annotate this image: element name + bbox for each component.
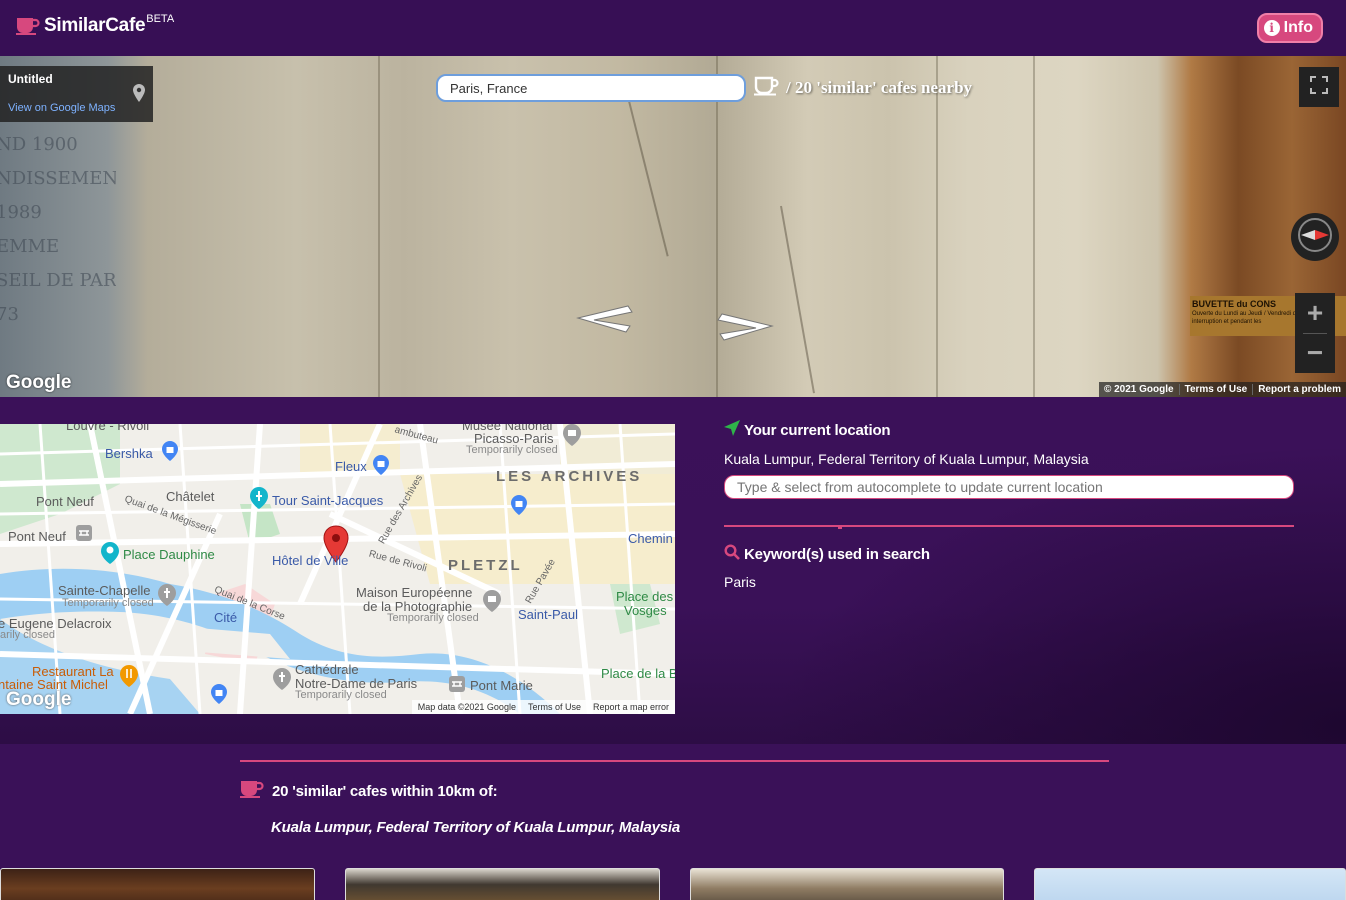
section-divider xyxy=(724,525,1294,529)
shopping-bag-icon xyxy=(511,495,527,520)
navigate-left-arrow-icon[interactable] xyxy=(576,304,634,339)
brand-name: SimilarCafe xyxy=(44,15,146,36)
report-problem-link[interactable]: Report a problem xyxy=(1252,384,1346,395)
shopping-bag-icon xyxy=(373,455,389,480)
wall-panel-line xyxy=(1033,56,1035,397)
map-label: Pont Neuf xyxy=(36,494,94,509)
coffee-cup-icon xyxy=(754,76,780,101)
keywords-value: Paris xyxy=(724,574,756,590)
beta-badge: BETA xyxy=(146,13,175,25)
map-label: Maison Européenne xyxy=(356,585,473,600)
map-label: Saint-Paul xyxy=(518,607,578,622)
map-label: Hôtel de Ville xyxy=(272,553,349,568)
map-label: Châtelet xyxy=(166,489,215,504)
map-label: PLETZL xyxy=(448,557,523,574)
map-label: Temporarily closed xyxy=(466,444,558,456)
shopping-bag-icon xyxy=(211,684,227,709)
map-label: Place de la B xyxy=(601,666,675,681)
cafes-nearby-count: / 20 'similar' cafes nearby xyxy=(754,76,972,101)
zoom-in-button[interactable]: + xyxy=(1295,293,1335,333)
map-label: Bershka xyxy=(105,446,153,461)
info-button-label: Info xyxy=(1283,19,1313,36)
info-button[interactable]: i Info xyxy=(1256,13,1323,43)
museum-icon xyxy=(563,424,581,451)
bridge-icon xyxy=(76,525,92,546)
copyright-text: © 2021 Google xyxy=(1103,384,1174,395)
compass-icon xyxy=(1297,217,1333,258)
map-label: Temporarily closed xyxy=(295,689,387,701)
map-label: Fleux xyxy=(335,459,367,474)
location-search-row: / 20 'similar' cafes nearby xyxy=(436,74,972,102)
map-pin-icon xyxy=(133,84,145,107)
map-label: Cathédrale xyxy=(295,662,359,677)
navigate-right-arrow-icon[interactable] xyxy=(716,312,774,347)
map-label: Louvre - Rivoli xyxy=(66,424,150,433)
map-label: Cité xyxy=(214,610,238,625)
map-label: Tour Saint-Jacques xyxy=(272,493,384,508)
map-label: Chemin xyxy=(628,531,673,546)
wall-panel-line xyxy=(378,56,380,397)
map-label: arily closed xyxy=(0,629,56,641)
zoom-out-button[interactable]: − xyxy=(1295,333,1335,373)
wall-panel-line xyxy=(936,56,938,397)
update-location-input[interactable] xyxy=(724,475,1294,499)
fullscreen-button[interactable] xyxy=(1299,67,1339,107)
keywords-heading: Keyword(s) used in search xyxy=(724,544,1294,564)
map-label: Pont Neuf xyxy=(8,529,66,544)
wall-crack xyxy=(780,205,815,394)
museum-icon xyxy=(483,590,501,617)
church-icon xyxy=(273,668,291,695)
current-location-value: Kuala Lumpur, Federal Territory of Kuala… xyxy=(724,451,1089,467)
results-heading: 20 'similar' cafes within 10km of: xyxy=(240,780,498,802)
report-map-error-link[interactable]: Report a map error xyxy=(587,702,675,712)
compass-control[interactable] xyxy=(1291,213,1339,261)
current-location-heading: Your current location xyxy=(724,420,1294,440)
street-view[interactable]: ND 1900 NDISSEMEN 1989 EMME SEIL DE PAR … xyxy=(0,56,1346,397)
bridge-icon xyxy=(449,676,465,697)
zoom-separator xyxy=(1303,333,1327,334)
map-data-text: Map data ©2021 Google xyxy=(417,702,516,712)
landmark-icon xyxy=(250,487,268,514)
map-label: Place Dauphine xyxy=(123,547,215,562)
top-bar: SimilarCafe BETA i Info xyxy=(0,0,1346,56)
map-label: Vosges xyxy=(624,603,667,618)
shopping-bag-icon xyxy=(162,441,178,466)
map-label: Temporarily closed xyxy=(387,612,479,624)
cafe-card[interactable] xyxy=(345,868,660,900)
coffee-cup-icon xyxy=(240,780,264,802)
coffee-cup-icon xyxy=(16,17,40,40)
google-logo: Google xyxy=(6,689,72,710)
location-search-input[interactable] xyxy=(436,74,746,102)
park-icon xyxy=(101,542,119,569)
fullscreen-icon xyxy=(1310,75,1328,99)
map-label: Sainte-Chapelle xyxy=(58,583,151,598)
terms-of-use-link[interactable]: Terms of Use xyxy=(1178,384,1253,395)
street-view-info-box: Untitled View on Google Maps xyxy=(0,66,153,122)
map-footer: Map data ©2021 Google Terms of Use Repor… xyxy=(411,700,675,714)
zoom-control: + − xyxy=(1295,293,1335,373)
church-icon xyxy=(158,584,176,611)
info-icon: i xyxy=(1263,20,1280,36)
view-on-google-maps-link[interactable]: View on Google Maps xyxy=(8,102,145,114)
cafe-card[interactable] xyxy=(1034,868,1346,900)
search-icon xyxy=(724,544,740,564)
cafe-card[interactable] xyxy=(0,868,315,900)
results-location: Kuala Lumpur, Federal Territory of Kuala… xyxy=(271,819,680,836)
google-map[interactable]: Louvre - Rivoli Bershka Fleux Musée Nati… xyxy=(0,424,675,714)
google-logo: Google xyxy=(6,372,72,393)
map-terms-link[interactable]: Terms of Use xyxy=(522,702,587,712)
map-label: Temporarily closed xyxy=(62,597,154,609)
results-divider xyxy=(240,760,1109,762)
map-label: Place des xyxy=(616,589,674,604)
brand-logo[interactable]: SimilarCafe BETA xyxy=(16,13,175,40)
location-info-panel: Your current location Kuala Lumpur, Fede… xyxy=(724,420,1294,590)
cafe-card[interactable] xyxy=(690,868,1004,900)
infobox-title: Untitled xyxy=(8,72,53,86)
restaurant-icon xyxy=(120,665,138,692)
map-label: Pont Marie xyxy=(470,678,533,693)
street-view-footer: © 2021 Google Terms of Use Report a prob… xyxy=(1098,382,1346,397)
map-label: LES ARCHIVES xyxy=(496,468,643,485)
location-arrow-icon xyxy=(724,420,740,440)
wall-crack xyxy=(628,100,669,257)
